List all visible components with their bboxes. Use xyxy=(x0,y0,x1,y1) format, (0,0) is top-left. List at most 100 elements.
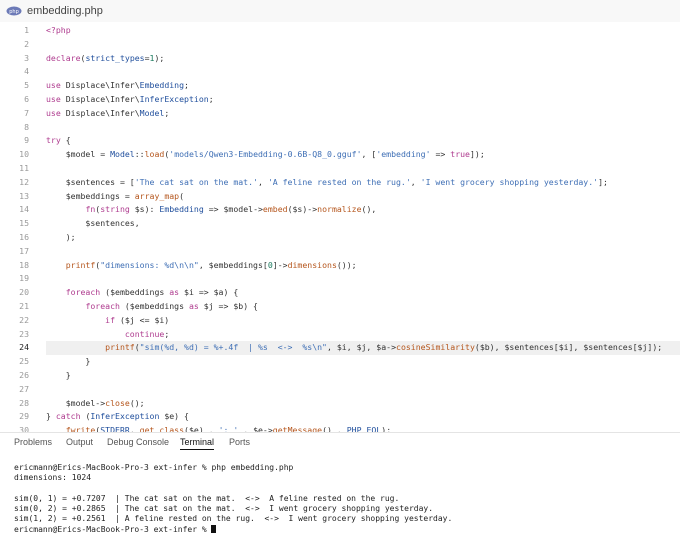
code-line[interactable]: 12 $sentences = ['The cat sat on the mat… xyxy=(0,176,680,190)
code-line[interactable]: 21 foreach ($embeddings as $j => $b) { xyxy=(0,300,680,314)
code-line[interactable]: 15 $sentences, xyxy=(0,217,680,231)
code-token: ( xyxy=(80,411,91,422)
code-token: declare xyxy=(46,52,81,63)
code-token: printf xyxy=(65,259,96,270)
terminal-prompt[interactable]: ericmann@Erics-MacBook-Pro-3 ext-infer % xyxy=(14,524,674,535)
code-token: $embeddings xyxy=(46,190,120,201)
code-text: $sentences, xyxy=(46,217,139,231)
code-token: -> xyxy=(253,204,263,215)
code-token: <?php xyxy=(46,25,71,35)
code-token: } xyxy=(46,370,71,380)
code-text: $embeddings = array_map( xyxy=(46,190,184,204)
line-number: 13 xyxy=(19,190,29,201)
code-line[interactable]: 16 ); xyxy=(0,231,680,245)
code-token: Embedding xyxy=(159,204,204,215)
code-token: cosineSimilarity xyxy=(396,342,475,353)
code-line[interactable]: 28 $model->close(); xyxy=(0,397,680,411)
code-token: , $i, $j, $a-> xyxy=(327,342,397,353)
line-number: 15 xyxy=(19,218,29,229)
code-text: try { xyxy=(46,134,71,148)
code-text: ); xyxy=(46,231,76,245)
code-editor[interactable]: 1 <?php 2 3 declare(strict_types=1); 4 5 use Di… xyxy=(0,22,680,477)
line-number: 23 xyxy=(19,328,29,339)
code-token: , $embeddings[ xyxy=(198,259,268,270)
code-token: , [ xyxy=(361,149,377,160)
code-token: ; xyxy=(164,328,170,339)
line-number: 6 xyxy=(24,94,29,104)
code-token: use xyxy=(46,107,61,118)
code-token: use xyxy=(46,94,61,104)
code-token: if xyxy=(105,314,116,325)
code-line[interactable]: 17 xyxy=(0,245,680,259)
code-token: ; xyxy=(184,80,189,91)
code-token: as xyxy=(188,301,199,311)
code-token: continue xyxy=(124,328,165,339)
code-line[interactable]: 13 $embeddings = array_map( xyxy=(0,190,680,204)
terminal-line: sim(0, 2) = +0.2865 | The cat sat on the… xyxy=(14,504,434,514)
code-token: (), xyxy=(361,204,377,215)
code-line[interactable]: 3 declare(strict_types=1); xyxy=(0,52,680,66)
code-line[interactable]: 2 xyxy=(0,38,680,52)
code-line[interactable]: 14 fn(string $s): Embedding => $model->e… xyxy=(0,203,680,217)
code-line[interactable]: 1 <?php xyxy=(0,24,680,38)
line-number: 27 xyxy=(19,383,29,394)
code-token: array_map xyxy=(134,190,180,201)
code-token: { xyxy=(60,135,71,146)
code-token: Embedding xyxy=(139,80,185,91)
code-line[interactable]: 22 if ($j <= $i) xyxy=(0,314,680,328)
code-token: } xyxy=(46,356,91,367)
code-line[interactable]: 19 xyxy=(0,272,680,286)
code-line[interactable]: 24 printf("sim(%d, %d) = %+.4f | %s <-> … xyxy=(0,341,680,356)
code-token: $i => $a) { xyxy=(179,287,239,298)
code-text: } xyxy=(46,369,71,383)
panel-tab-problems[interactable]: Problems xyxy=(14,437,52,447)
code-token: string xyxy=(100,204,130,215)
code-line[interactable]: 11 xyxy=(0,162,680,176)
code-line[interactable]: 26 } xyxy=(0,369,680,383)
line-number: 26 xyxy=(19,370,29,380)
code-token: close xyxy=(105,397,130,408)
code-line[interactable]: 7 use Displace\Infer\Model; xyxy=(0,107,680,121)
line-number: 10 xyxy=(19,149,29,160)
code-token: => xyxy=(203,204,224,215)
code-token: ); xyxy=(154,52,165,63)
code-line[interactable]: 18 printf("dimensions: %d\n\n", $embeddi… xyxy=(0,259,680,273)
code-token: "dimensions: %d\n\n" xyxy=(100,259,199,270)
code-token: try xyxy=(46,135,61,146)
code-token: => xyxy=(430,149,451,160)
line-number: 8 xyxy=(24,121,29,132)
code-line[interactable]: 25 } xyxy=(0,355,680,369)
code-token: ($b), $sentences[$i], $sentences[$j]); xyxy=(474,342,663,353)
code-line[interactable]: 23 continue; xyxy=(0,328,680,342)
code-line[interactable]: 20 foreach ($embeddings as $i => $a) { xyxy=(0,286,680,300)
panel-tab-terminal[interactable]: Terminal xyxy=(180,437,215,450)
panel-tab-debug-console[interactable]: Debug Console xyxy=(107,437,169,447)
code-line[interactable]: 5 use Displace\Infer\Embedding; xyxy=(0,79,680,93)
code-line[interactable]: 27 xyxy=(0,383,680,397)
code-line[interactable]: 4 xyxy=(0,65,680,79)
code-token: -> xyxy=(95,397,106,408)
code-line[interactable]: 8 xyxy=(0,121,680,135)
panel-tab-output[interactable]: Output xyxy=(66,437,93,447)
code-token: ; xyxy=(164,107,170,118)
code-text: $model->close(); xyxy=(46,397,145,411)
code-text: <?php xyxy=(46,24,71,38)
code-token: normalize xyxy=(317,204,362,215)
code-token: ); xyxy=(46,232,76,242)
code-line[interactable]: 10 $model = Model::load('models/Qwen3-Em… xyxy=(0,148,680,162)
terminal-output[interactable]: ericmann@Erics-MacBook-Pro-3 ext-infer %… xyxy=(14,463,674,535)
code-line[interactable]: 6 use Displace\Infer\InferException; xyxy=(0,93,680,107)
code-token: foreach xyxy=(85,301,120,311)
file-tab[interactable]: php embedding.php xyxy=(6,3,103,19)
code-line[interactable]: 29} catch (InferException $e) { xyxy=(0,410,680,424)
code-token: $model xyxy=(223,204,254,215)
panel-tab-ports[interactable]: Ports xyxy=(229,437,250,447)
code-token: Model xyxy=(110,149,135,160)
code-line[interactable]: 9 try { xyxy=(0,134,680,148)
code-token: ()); xyxy=(336,259,357,270)
code-token: ($j <= $i) xyxy=(115,314,170,325)
